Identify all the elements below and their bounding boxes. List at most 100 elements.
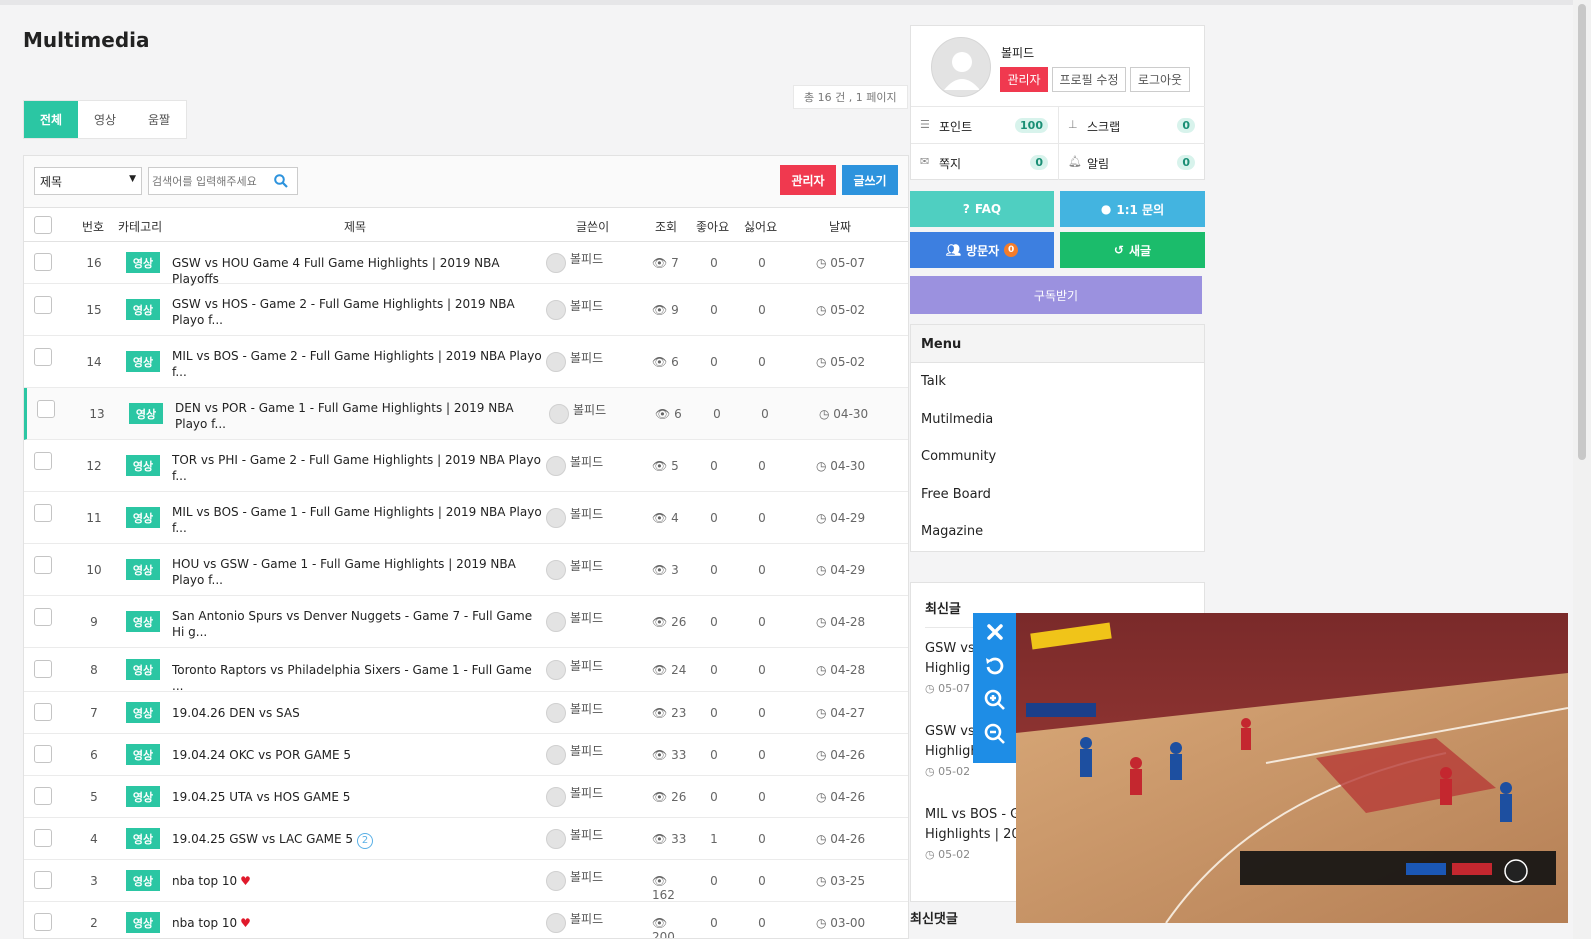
- page-scrollbar[interactable]: [1573, 0, 1591, 939]
- category-badge[interactable]: 영상: [126, 252, 160, 273]
- row-title[interactable]: Toronto Raptors vs Philadelphia Sixers -…: [172, 662, 542, 694]
- row-title[interactable]: nba top 10 ♥: [172, 915, 542, 931]
- row-checkbox[interactable]: [34, 253, 52, 271]
- rotate-icon[interactable]: [982, 653, 1008, 679]
- row-title[interactable]: GSW vs HOU Game 4 Full Game Highlights |…: [172, 255, 542, 287]
- row-author[interactable]: 볼피드: [570, 349, 603, 366]
- row-checkbox[interactable]: [37, 400, 55, 418]
- admin-button[interactable]: 관리자: [780, 165, 836, 195]
- tab-all[interactable]: 전체: [24, 101, 78, 138]
- alarm-stat[interactable]: 🔔︎ 알림 0: [1058, 143, 1205, 180]
- zoom-in-icon[interactable]: [982, 687, 1008, 713]
- menu-item-talk[interactable]: Talk: [911, 363, 1204, 401]
- row-title[interactable]: MIL vs BOS - Game 2 - Full Game Highligh…: [172, 348, 542, 380]
- inquiry-button[interactable]: ● 1:1 문의: [1060, 191, 1205, 227]
- category-badge[interactable]: 영상: [126, 702, 160, 723]
- search-field-select[interactable]: 제목 ▼: [34, 167, 142, 195]
- category-badge[interactable]: 영상: [126, 786, 160, 807]
- table-row[interactable]: 14 영상 MIL vs BOS - Game 2 - Full Game High…: [24, 336, 908, 388]
- memo-stat[interactable]: ✉ 쪽지 0: [911, 143, 1058, 180]
- tab-gif[interactable]: 움짤: [132, 101, 186, 138]
- faq-button[interactable]: ? FAQ: [910, 191, 1054, 227]
- row-checkbox[interactable]: [34, 452, 52, 470]
- row-checkbox[interactable]: [34, 913, 52, 931]
- category-badge[interactable]: 영상: [126, 870, 160, 891]
- table-row[interactable]: 7 영상 19.04.26 DEN vs SAS 볼피드 👁︎ 23 0 0 ◷ 04-27: [24, 692, 908, 734]
- row-title[interactable]: DEN vs POR - Game 1 - Full Game Highligh…: [175, 400, 545, 432]
- table-row[interactable]: 2 영상 nba top 10 ♥ 볼피드 👁︎ 200 0 0 ◷ 03-00: [24, 902, 908, 938]
- row-checkbox[interactable]: [34, 660, 52, 678]
- row-checkbox[interactable]: [34, 829, 52, 847]
- tab-video[interactable]: 영상: [78, 101, 132, 138]
- category-badge[interactable]: 영상: [126, 744, 160, 765]
- row-title[interactable]: MIL vs BOS - Game 1 - Full Game Highligh…: [172, 504, 542, 536]
- avatar[interactable]: [931, 37, 991, 97]
- row-title[interactable]: San Antonio Spurs vs Denver Nuggets - Ga…: [172, 608, 542, 640]
- row-author[interactable]: 볼피드: [570, 557, 603, 574]
- row-author[interactable]: 볼피드: [573, 401, 606, 418]
- close-icon[interactable]: [982, 619, 1008, 645]
- row-title[interactable]: 19.04.25 UTA vs HOS GAME 5: [172, 789, 542, 805]
- row-checkbox[interactable]: [34, 745, 52, 763]
- row-author[interactable]: 볼피드: [570, 297, 603, 314]
- row-author[interactable]: 볼피드: [570, 784, 603, 801]
- category-badge[interactable]: 영상: [126, 659, 160, 680]
- search-input[interactable]: [149, 174, 269, 188]
- visitors-button[interactable]: 👥︎ 방문자 0: [910, 232, 1054, 268]
- category-badge[interactable]: 영상: [126, 559, 160, 580]
- row-author[interactable]: 볼피드: [570, 657, 603, 674]
- row-checkbox[interactable]: [34, 296, 52, 314]
- category-badge[interactable]: 영상: [126, 299, 160, 320]
- table-row[interactable]: 3 영상 nba top 10 ♥ 볼피드 👁︎ 162 0 0 ◷ 03-25: [24, 860, 908, 902]
- latest-post-item[interactable]: MIL vs BOS - G Highlights | 20 ◷ 05-02: [925, 805, 1020, 865]
- row-title[interactable]: nba top 10 ♥: [172, 873, 542, 889]
- row-title[interactable]: 19.04.26 DEN vs SAS: [172, 705, 542, 721]
- row-title[interactable]: HOU vs GSW - Game 1 - Full Game Highligh…: [172, 556, 542, 588]
- logout-button[interactable]: 로그아웃: [1130, 67, 1190, 92]
- video-player[interactable]: [1016, 613, 1568, 923]
- select-all-checkbox[interactable]: [34, 216, 52, 234]
- category-badge[interactable]: 영상: [126, 455, 160, 476]
- row-title[interactable]: GSW vs HOS - Game 2 - Full Game Highligh…: [172, 296, 542, 328]
- latest-post-item[interactable]: GSW vs Highlig ◷ 05-07: [925, 639, 975, 699]
- table-row[interactable]: 13 영상 DEN vs POR - Game 1 - Full Game High…: [24, 388, 908, 440]
- row-checkbox[interactable]: [34, 504, 52, 522]
- table-row[interactable]: 6 영상 19.04.24 OKC vs POR GAME 5 볼피드 👁︎ 33 0 0 ◷…: [24, 734, 908, 776]
- table-row[interactable]: 11 영상 MIL vs BOS - Game 1 - Full Game High…: [24, 492, 908, 544]
- profile-admin-button[interactable]: 관리자: [1000, 67, 1048, 92]
- category-badge[interactable]: 영상: [126, 912, 160, 933]
- write-button[interactable]: 글쓰기: [842, 165, 898, 195]
- row-author[interactable]: 볼피드: [570, 742, 603, 759]
- table-row[interactable]: 12 영상 TOR vs PHI - Game 2 - Full Game High…: [24, 440, 908, 492]
- row-checkbox[interactable]: [34, 348, 52, 366]
- scrollbar-thumb[interactable]: [1578, 4, 1586, 460]
- row-author[interactable]: 볼피드: [570, 250, 603, 267]
- zoom-out-icon[interactable]: [982, 721, 1008, 747]
- new-posts-button[interactable]: ↺ 새글: [1060, 232, 1205, 268]
- row-checkbox[interactable]: [34, 787, 52, 805]
- row-checkbox[interactable]: [34, 608, 52, 626]
- row-author[interactable]: 볼피드: [570, 826, 603, 843]
- row-author[interactable]: 볼피드: [570, 910, 603, 927]
- menu-item-community[interactable]: Community: [911, 438, 1204, 476]
- row-author[interactable]: 볼피드: [570, 700, 603, 717]
- row-author[interactable]: 볼피드: [570, 505, 603, 522]
- category-badge[interactable]: 영상: [126, 828, 160, 849]
- row-author[interactable]: 볼피드: [570, 868, 603, 885]
- table-row[interactable]: 5 영상 19.04.25 UTA vs HOS GAME 5 볼피드 👁︎ 26 0 0 ◷…: [24, 776, 908, 818]
- profile-edit-button[interactable]: 프로필 수정: [1052, 67, 1126, 92]
- category-badge[interactable]: 영상: [126, 507, 160, 528]
- row-title[interactable]: 19.04.24 OKC vs POR GAME 5: [172, 747, 542, 763]
- subscribe-button[interactable]: 구독받기: [910, 276, 1202, 314]
- row-title[interactable]: TOR vs PHI - Game 2 - Full Game Highligh…: [172, 452, 542, 484]
- row-author[interactable]: 볼피드: [570, 453, 603, 470]
- scrap-stat[interactable]: ⊥ 스크랩 0: [1058, 106, 1205, 143]
- row-checkbox[interactable]: [34, 871, 52, 889]
- points-stat[interactable]: ☰ 포인트 100: [911, 106, 1058, 143]
- row-author[interactable]: 볼피드: [570, 609, 603, 626]
- table-row[interactable]: 10 영상 HOU vs GSW - Game 1 - Full Game High…: [24, 544, 908, 596]
- menu-item-multimedia[interactable]: Mutilmedia: [911, 401, 1204, 439]
- row-checkbox[interactable]: [34, 703, 52, 721]
- table-row[interactable]: 8 영상 Toronto Raptors vs Philadelphia Sixer…: [24, 648, 908, 694]
- category-badge[interactable]: 영상: [126, 351, 160, 372]
